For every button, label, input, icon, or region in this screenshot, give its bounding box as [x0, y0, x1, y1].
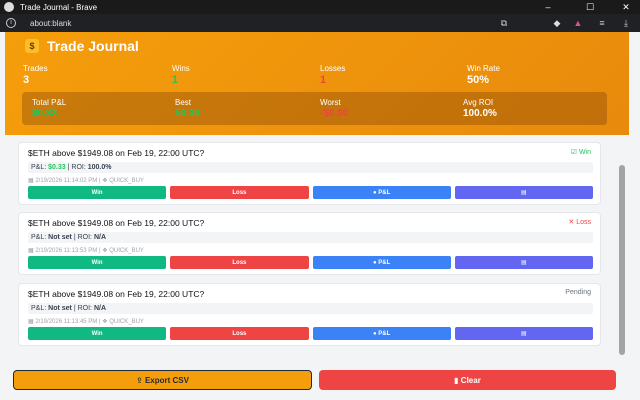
pnl-summary: Total P&L $0.33 Best $0.33 Worst -$0.00 …: [22, 92, 607, 125]
stat-win-rate: Win Rate 50%: [467, 64, 500, 86]
close-button[interactable]: ✕: [612, 0, 640, 14]
rewards-icon[interactable]: ▲: [572, 17, 584, 29]
address-bar: i about:blank ⧉ ◆ ▲ ≡ ⤓: [0, 14, 640, 32]
note-button[interactable]: ▤: [454, 327, 593, 340]
note-icon: ▤: [521, 331, 527, 337]
scrollbar-thumb[interactable]: [619, 165, 625, 355]
set-pnl-button[interactable]: ● P&L: [312, 327, 451, 340]
pnl-row: P&L: Not set | ROI: N/A: [28, 303, 593, 314]
trade-actions: Win Loss ● P&L ▤: [28, 186, 593, 199]
note-button[interactable]: ▤: [454, 256, 593, 269]
brave-icon: [4, 2, 14, 12]
trade-actions: Win Loss ● P&L ▤: [28, 327, 593, 340]
mark-win-button[interactable]: Win: [28, 327, 167, 340]
calendar-icon: ▦: [28, 319, 34, 325]
trade-question: $ETH above $1949.08 on Feb 19, 22:00 UTC…: [28, 218, 205, 228]
trade-meta: ▦ 2/19/2026 11:13:45 PM | ❖ QUICK_BUY: [28, 319, 144, 325]
calendar-icon: ▦: [28, 178, 34, 184]
set-pnl-button[interactable]: ● P&L: [312, 256, 451, 269]
window-titlebar: Trade Journal - Brave – ☐ ✕: [0, 0, 640, 14]
trade-meta: ▦ 2/19/2026 11:14:02 PM | ❖ QUICK_BUY: [28, 178, 144, 184]
mark-loss-button[interactable]: Loss: [170, 256, 309, 269]
summary-worst: Worst -$0.00: [320, 98, 349, 119]
window-title: Trade Journal - Brave: [20, 2, 98, 12]
money-bag-icon: $: [25, 39, 39, 53]
url-field[interactable]: about:blank: [30, 19, 71, 28]
mark-win-button[interactable]: Win: [28, 186, 167, 199]
mark-loss-button[interactable]: Loss: [170, 327, 309, 340]
status-badge: ☑ Win: [570, 149, 591, 156]
shields-icon[interactable]: ◆: [551, 17, 563, 29]
trade-card: $ETH above $1949.08 on Feb 19, 22:00 UTC…: [18, 212, 601, 275]
status-badge: Pending: [565, 289, 591, 296]
trade-question: $ETH above $1949.08 on Feb 19, 22:00 UTC…: [28, 289, 205, 299]
pnl-row: P&L: Not set | ROI: N/A: [28, 232, 593, 243]
trade-meta: ▦ 2/19/2026 11:13:53 PM | ❖ QUICK_BUY: [28, 248, 144, 254]
mark-win-button[interactable]: Win: [28, 256, 167, 269]
mark-loss-button[interactable]: Loss: [170, 186, 309, 199]
summary-avg-roi: Avg ROI 100.0%: [463, 98, 497, 119]
stats-header: $ Trade Journal Trades 3 Wins 1 Losses 1…: [5, 32, 629, 135]
note-icon: ▤: [521, 190, 527, 196]
stat-wins: Wins 1: [172, 64, 190, 86]
share-icon[interactable]: ⧉: [498, 17, 510, 29]
export-csv-button[interactable]: ⇪ Export CSV: [13, 370, 312, 390]
stat-trades: Trades 3: [23, 64, 48, 86]
summary-total-pnl: Total P&L $0.33: [32, 98, 67, 119]
menu-icon[interactable]: ≡: [596, 17, 608, 29]
summary-best: Best $0.33: [175, 98, 201, 119]
page-title: $ Trade Journal: [25, 38, 139, 54]
trade-card: $ETH above $1949.08 on Feb 19, 22:00 UTC…: [18, 283, 601, 346]
download-icon[interactable]: ⤓: [620, 17, 632, 29]
set-pnl-button[interactable]: ● P&L: [312, 186, 451, 199]
rocket-icon: ❖: [102, 178, 108, 184]
pnl-row: P&L: $0.33 | ROI: 100.0%: [28, 162, 593, 173]
scrollbar[interactable]: [617, 135, 627, 385]
note-button[interactable]: ▤: [454, 186, 593, 199]
export-icon: ⇪: [136, 375, 145, 385]
info-icon[interactable]: i: [6, 18, 16, 28]
page: $ Trade Journal Trades 3 Wins 1 Losses 1…: [5, 32, 629, 400]
rocket-icon: ❖: [102, 248, 108, 254]
footer: ⇪ Export CSV ▮ Clear: [5, 365, 629, 400]
calendar-icon: ▦: [28, 248, 34, 254]
clear-button[interactable]: ▮ Clear: [319, 370, 616, 390]
trade-question: $ETH above $1949.08 on Feb 19, 22:00 UTC…: [28, 148, 205, 158]
stat-losses: Losses 1: [320, 64, 346, 86]
maximize-button[interactable]: ☐: [576, 0, 604, 14]
status-badge: ✕ Loss: [568, 219, 591, 226]
trade-list: $ETH above $1949.08 on Feb 19, 22:00 UTC…: [5, 135, 629, 385]
trade-actions: Win Loss ● P&L ▤: [28, 256, 593, 269]
minimize-button[interactable]: –: [534, 0, 562, 14]
trash-icon: ▮: [454, 375, 461, 385]
rocket-icon: ❖: [102, 319, 108, 325]
note-icon: ▤: [521, 260, 527, 266]
trade-card: $ETH above $1949.08 on Feb 19, 22:00 UTC…: [18, 142, 601, 205]
